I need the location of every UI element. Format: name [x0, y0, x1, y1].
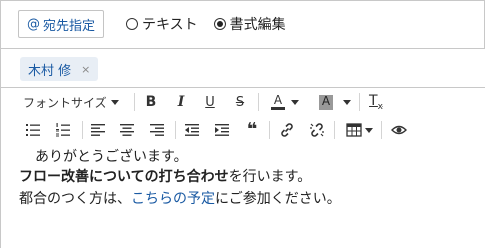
- clear-format-button[interactable]: Tx: [367, 91, 385, 113]
- message-body-editor[interactable]: ありがとうございます。 フロー改善についての打ち合わせを行います。 都合のつく方…: [1, 146, 485, 248]
- recipient-chip[interactable]: 木村 修 ×: [20, 57, 99, 81]
- underline-icon: U: [205, 94, 215, 110]
- body-line-2: フロー改善についての打ち合わせを行います。: [19, 166, 311, 186]
- bulleted-list-icon: [26, 124, 40, 136]
- toolbar-divider: [269, 121, 270, 139]
- header-row: @ 宛先指定 テキスト 書式編集: [18, 10, 302, 38]
- radio-text[interactable]: テキスト: [126, 14, 198, 34]
- blockquote-button[interactable]: ❝: [244, 119, 260, 141]
- bulleted-list-button[interactable]: [24, 119, 42, 141]
- quote-icon: ❝: [246, 119, 258, 140]
- bold-icon: B: [145, 94, 157, 110]
- italic-button[interactable]: I: [173, 91, 189, 113]
- font-size-label: フォントサイズ: [23, 95, 107, 110]
- remove-link-button[interactable]: [308, 119, 326, 141]
- body-line-1: ありがとうございます。: [35, 149, 188, 165]
- chevron-down-icon: [364, 127, 373, 133]
- toolbar-divider: [82, 121, 83, 139]
- align-center-icon: [120, 124, 134, 136]
- radio-rich-text-circle[interactable]: [213, 18, 226, 30]
- font-color-swatch: [271, 107, 285, 110]
- editor-toolbar: フォントサイズ B I U S A A Tx ❝: [1, 88, 485, 146]
- insert-table-button[interactable]: [343, 119, 375, 141]
- align-right-button[interactable]: [149, 119, 165, 141]
- recipient-name: 木村 修: [28, 63, 72, 79]
- unlink-icon: [310, 123, 324, 137]
- clear-format-letter: T: [369, 92, 378, 109]
- insert-link-button[interactable]: [278, 119, 296, 141]
- align-left-button[interactable]: [90, 119, 106, 141]
- address-specify-label: 宛先指定: [43, 18, 96, 34]
- toolbar-divider: [359, 93, 360, 111]
- strikethrough-button[interactable]: S: [232, 91, 248, 113]
- toolbar-divider: [334, 121, 335, 139]
- eye-icon: [391, 125, 407, 135]
- font-color-icon: A: [271, 94, 285, 110]
- toolbar-divider: [381, 121, 382, 139]
- align-right-icon: [150, 124, 164, 136]
- chevron-down-icon: [291, 99, 299, 105]
- body-line-3-pre: 都合のつく方は、: [19, 191, 131, 207]
- body-line-3-post: にご参加ください。: [215, 191, 341, 207]
- recipient-field[interactable]: 木村 修 ×: [1, 48, 485, 88]
- clear-format-icon: Tx: [369, 93, 383, 112]
- body-line-2-rest: を行います。: [228, 169, 312, 185]
- bold-button[interactable]: B: [143, 91, 159, 113]
- outdent-icon: [185, 124, 199, 136]
- format-radio-group: テキスト 書式編集: [126, 14, 302, 34]
- font-color-letter: A: [273, 93, 283, 107]
- address-specify-button[interactable]: @ 宛先指定: [18, 10, 105, 38]
- numbered-list-icon: [56, 123, 70, 137]
- body-line-3: 都合のつく方は、こちらの予定にご参加ください。: [19, 188, 341, 208]
- strikethrough-icon: S: [235, 94, 245, 110]
- numbered-list-button[interactable]: [54, 119, 72, 141]
- radio-text-label: テキスト: [142, 17, 198, 33]
- at-icon: @: [27, 16, 40, 32]
- underline-button[interactable]: U: [202, 91, 218, 113]
- italic-icon: I: [177, 94, 185, 110]
- font-color-button[interactable]: A: [267, 91, 303, 113]
- clear-format-sub: x: [377, 101, 383, 112]
- indent-icon: [215, 124, 229, 136]
- chevron-down-icon: [343, 99, 351, 105]
- radio-rich-text[interactable]: 書式編集: [213, 14, 286, 34]
- toolbar-divider: [258, 93, 259, 111]
- radio-text-circle[interactable]: [126, 18, 139, 30]
- toolbar-divider: [175, 121, 176, 139]
- link-icon: [281, 123, 293, 137]
- chevron-down-icon: [110, 99, 119, 105]
- table-icon: [345, 123, 362, 137]
- font-size-dropdown[interactable]: フォントサイズ: [23, 91, 128, 113]
- schedule-link[interactable]: こちらの予定: [131, 191, 215, 207]
- message-compose-panel: @ 宛先指定 テキスト 書式編集 木村 修 × フォントサイズ B I U S …: [0, 0, 485, 248]
- background-color-icon: A: [319, 94, 333, 110]
- background-color-button[interactable]: A: [315, 91, 355, 113]
- outdent-button[interactable]: [184, 119, 200, 141]
- radio-rich-text-label: 書式編集: [229, 17, 286, 33]
- body-bold-text: フロー改善についての打ち合わせ: [19, 169, 229, 185]
- preview-button[interactable]: [390, 119, 408, 141]
- toolbar-divider: [134, 93, 135, 111]
- align-left-icon: [91, 124, 105, 136]
- align-center-button[interactable]: [119, 119, 135, 141]
- remove-recipient-icon[interactable]: ×: [81, 63, 90, 76]
- indent-button[interactable]: [214, 119, 230, 141]
